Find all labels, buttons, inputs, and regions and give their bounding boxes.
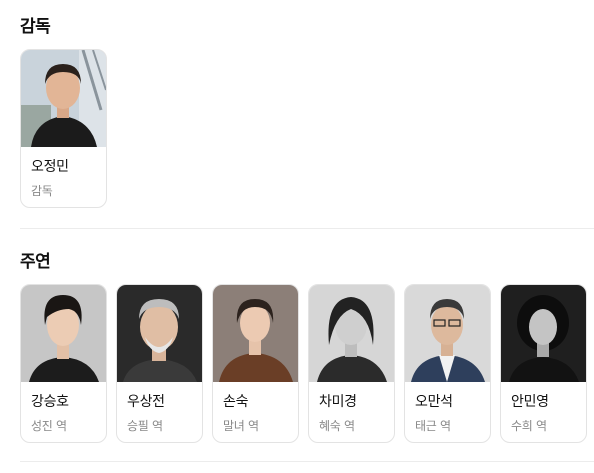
director-section-title: 감독 [20,17,51,37]
section-divider [20,461,594,462]
director-photo [21,50,106,147]
person-card-cast[interactable]: 강승호 성진 역 [20,284,107,443]
person-role: 태근 역 [415,419,451,433]
person-card-cast[interactable]: 오만석 태근 역 [404,284,491,443]
cast-photo [309,285,394,382]
person-name: 오정민 [31,159,69,175]
people-panel: 감독 오정민 감독 주연 강승호 성진 역 우상전 승필 역 손숙 말녀 역 차… [0,0,594,473]
person-role: 승필 역 [127,419,163,433]
person-name: 오만석 [415,394,453,410]
person-role: 성진 역 [31,419,67,433]
cast-section-title: 주연 [20,252,51,272]
person-role: 감독 [31,184,53,198]
cast-photo [501,285,586,382]
person-card-cast[interactable]: 손숙 말녀 역 [212,284,299,443]
cast-photo [117,285,202,382]
section-divider [20,228,594,229]
person-card-cast[interactable]: 우상전 승필 역 [116,284,203,443]
person-role: 수희 역 [511,419,547,433]
person-name: 안민영 [511,394,549,410]
cast-photo [213,285,298,382]
person-card-cast[interactable]: 안민영 수희 역 [500,284,587,443]
cast-photo [405,285,490,382]
person-name: 강승호 [31,394,69,410]
person-name: 손숙 [223,394,249,410]
cast-photo [21,285,106,382]
person-role: 혜숙 역 [319,419,355,433]
person-name: 우상전 [127,394,165,410]
person-card-director[interactable]: 오정민 감독 [20,49,107,208]
person-name: 차미경 [319,394,357,410]
person-role: 말녀 역 [223,419,259,433]
person-card-cast[interactable]: 차미경 혜숙 역 [308,284,395,443]
